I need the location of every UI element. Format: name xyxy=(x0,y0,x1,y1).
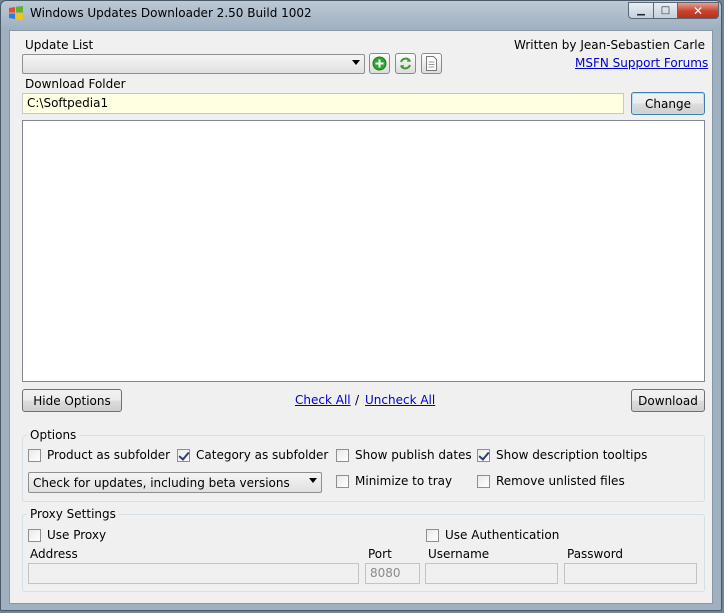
checkbox-box xyxy=(477,474,490,488)
refresh-list-button[interactable] xyxy=(395,53,416,74)
view-list-button[interactable] xyxy=(421,53,442,74)
port-input[interactable]: 8080 xyxy=(365,563,420,584)
minimize-icon: ▁ xyxy=(637,5,645,16)
download-folder-label: Download Folder xyxy=(25,77,126,91)
updates-list[interactable] xyxy=(22,120,705,382)
address-label: Address xyxy=(30,547,78,561)
checkbox-label: Minimize to tray xyxy=(355,474,453,488)
checkbox-label: Show publish dates xyxy=(355,448,472,462)
checkbox-box xyxy=(28,448,41,462)
minimize-tray-checkbox[interactable]: Minimize to tray xyxy=(336,474,452,488)
category-subfolder-checkbox[interactable]: Category as subfolder xyxy=(177,448,328,462)
checkbox-box xyxy=(426,528,439,542)
refresh-icon xyxy=(400,57,411,70)
update-list-dropdown[interactable] xyxy=(22,54,365,74)
show-tooltips-checkbox[interactable]: Show description tooltips xyxy=(477,448,647,462)
title-bar[interactable]: Windows Updates Downloader 2.50 Build 10… xyxy=(1,1,721,25)
checkbox-box xyxy=(336,448,349,462)
download-button[interactable]: Download xyxy=(631,389,705,412)
checkmark-icon xyxy=(177,448,190,462)
checkbox-label: Use Authentication xyxy=(445,528,560,542)
address-input[interactable] xyxy=(28,563,359,584)
author-text: Written by Jean-Sebastien Carle xyxy=(514,38,705,52)
username-input[interactable] xyxy=(425,563,558,584)
remove-unlisted-checkbox[interactable]: Remove unlisted files xyxy=(477,474,625,488)
update-list-label: Update List xyxy=(25,38,94,52)
checkbox-box xyxy=(28,528,41,542)
add-icon xyxy=(372,56,387,71)
app-window: Windows Updates Downloader 2.50 Build 10… xyxy=(0,0,722,611)
close-icon: ✕ xyxy=(692,3,704,18)
check-all-link[interactable]: Check All xyxy=(295,393,351,407)
uncheck-all-link[interactable]: Uncheck All xyxy=(365,393,435,407)
windows-logo-icon xyxy=(9,6,23,20)
product-subfolder-checkbox[interactable]: Product as subfolder xyxy=(28,448,170,462)
port-label: Port xyxy=(368,547,392,561)
options-title: Options xyxy=(27,428,80,442)
checkmark-icon xyxy=(477,448,490,462)
chevron-down-icon xyxy=(352,60,360,65)
msfn-support-link[interactable]: MSFN Support Forums xyxy=(575,56,708,70)
password-label: Password xyxy=(567,547,624,561)
maximize-button[interactable]: □ xyxy=(653,2,678,19)
maximize-icon: □ xyxy=(660,5,671,16)
hide-options-button[interactable]: Hide Options xyxy=(22,389,122,412)
checkbox-label: Show description tooltips xyxy=(496,448,648,462)
download-folder-input[interactable]: C:\Softpedia1 xyxy=(22,93,624,114)
close-button[interactable]: ✕ xyxy=(677,2,719,19)
change-folder-button[interactable]: Change xyxy=(631,92,705,115)
document-icon xyxy=(426,56,437,71)
checkbox-label: Remove unlisted files xyxy=(496,474,625,488)
link-separator: / xyxy=(355,393,360,407)
use-proxy-checkbox[interactable]: Use Proxy xyxy=(28,528,106,542)
minimize-button[interactable]: ▁ xyxy=(628,2,654,19)
checkbox-label: Use Proxy xyxy=(47,528,107,542)
username-label: Username xyxy=(428,547,490,561)
use-auth-checkbox[interactable]: Use Authentication xyxy=(426,528,559,542)
show-publish-dates-checkbox[interactable]: Show publish dates xyxy=(336,448,472,462)
checkbox-box xyxy=(336,474,349,488)
update-mode-value: Check for updates, including beta versio… xyxy=(33,476,290,490)
window-title: Windows Updates Downloader 2.50 Build 10… xyxy=(30,6,312,20)
checkbox-label: Category as subfolder xyxy=(196,448,329,462)
checkbox-label: Product as subfolder xyxy=(47,448,171,462)
proxy-title: Proxy Settings xyxy=(27,507,119,521)
password-input[interactable] xyxy=(564,563,697,584)
chevron-down-icon xyxy=(309,478,317,483)
main-panel: Update List Written by Jean-Sebastien Ca… xyxy=(9,30,713,604)
update-mode-dropdown[interactable]: Check for updates, including beta versio… xyxy=(28,472,322,493)
add-list-button[interactable] xyxy=(369,53,390,74)
